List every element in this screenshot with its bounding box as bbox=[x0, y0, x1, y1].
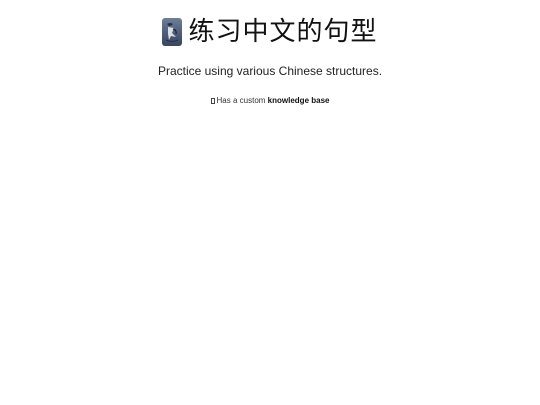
gpt-description: Practice using various Chinese structure… bbox=[157, 64, 383, 78]
gpt-profile-page: 练习中文的句型 Practice using various Chinese s… bbox=[0, 0, 540, 405]
missing-glyph-icon bbox=[210, 98, 215, 104]
gpt-header: 练习中文的句型 bbox=[0, 14, 540, 50]
ink-figure-logo-icon bbox=[162, 18, 183, 46]
knowledge-base-label: knowledge base bbox=[267, 96, 330, 105]
knowledge-base-note: Has a custom knowledge base bbox=[0, 95, 540, 107]
knowledge-prefix: Has a custom bbox=[216, 96, 266, 105]
gpt-title: 练习中文的句型 bbox=[188, 17, 378, 47]
